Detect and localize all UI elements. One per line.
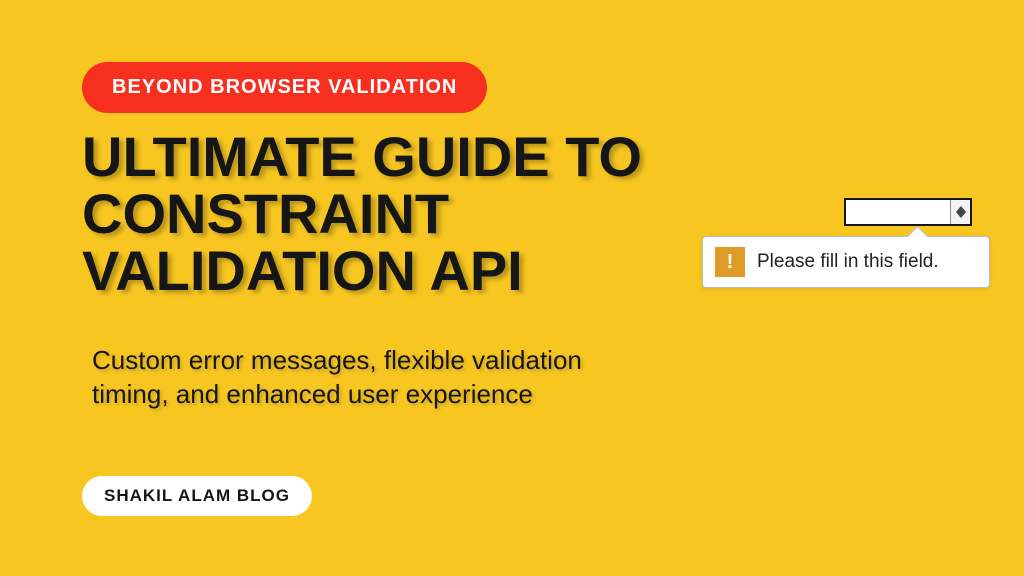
category-badge: BEYOND BROWSER VALIDATION [82,62,487,113]
validation-example-widget: ! Please fill in this field. [702,198,990,288]
validation-tooltip: ! Please fill in this field. [702,236,990,288]
subtitle-text: Custom error messages, flexible validati… [92,344,652,412]
warning-glyph: ! [727,252,734,272]
stepper-control[interactable] [950,200,970,224]
warning-icon: ! [715,247,745,277]
tooltip-message: Please fill in this field. [757,251,939,273]
page-title: ULTIMATE GUIDE TO CONSTRAINT VALIDATION … [82,128,722,299]
number-input[interactable] [844,198,972,226]
chevron-down-icon [956,212,966,218]
blog-name-pill: SHAKIL ALAM BLOG [82,476,312,516]
